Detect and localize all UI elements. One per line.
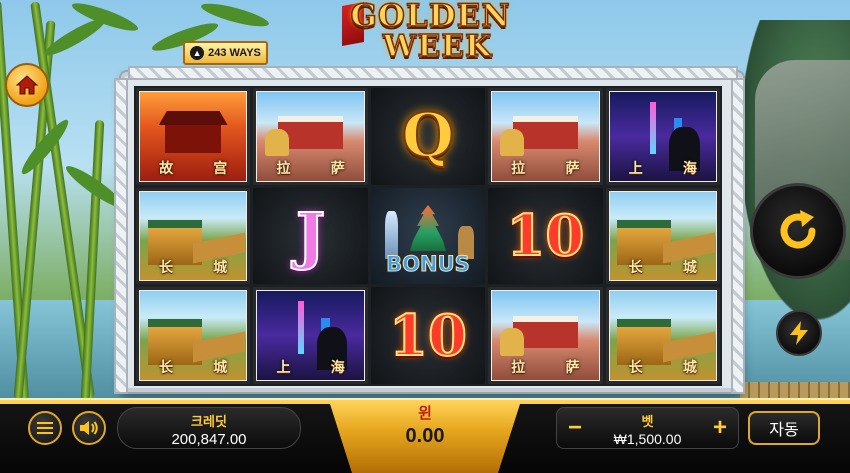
symbol-lasa: 拉萨 (488, 88, 603, 185)
turbo-button[interactable] (776, 310, 822, 356)
symbol-label: 萨 (565, 359, 580, 376)
symbol-label: 萨 (565, 160, 580, 177)
bonus-text: BONUS (386, 252, 471, 277)
win-value: 0.00 (405, 425, 445, 447)
symbol-10-text: 10 (388, 302, 468, 370)
symbol-bonus: BONUS (370, 187, 486, 285)
symbol-j-text: J (295, 198, 326, 273)
reel-truss-left (114, 78, 128, 394)
symbol-shanghai: 上海 (605, 88, 720, 185)
lightning-icon (790, 321, 808, 345)
symbol-label: 上 (276, 359, 291, 376)
symbol-label: 城 (213, 359, 228, 376)
symbol-label: 长 (159, 359, 174, 376)
symbol-label: 上 (628, 160, 643, 177)
logo-line-2: WEEK (382, 29, 493, 64)
spin-icon (780, 210, 816, 249)
spin-button[interactable] (750, 183, 846, 279)
symbol-label: 故 (159, 160, 174, 177)
symbol-lasa: 拉萨 (253, 88, 368, 185)
symbol-label: 海 (330, 359, 345, 376)
symbol-label: 拉 (511, 359, 526, 376)
symbol-10-text: 10 (505, 202, 585, 270)
symbol-label: 城 (213, 260, 228, 277)
game-logo: GOLDEN WEEK (338, 0, 523, 64)
reel-grid: 故宫 拉萨 Q 拉萨 上海 长城 J BONUS 10 长城 长城 上海 10 … (134, 86, 722, 386)
symbol-label: 长 (628, 359, 643, 376)
menu-icon (37, 422, 53, 434)
symbol-10: 10 (370, 287, 486, 384)
bet-display: 벳 ₩1,500.00 (593, 411, 702, 447)
speaker-icon (80, 421, 98, 435)
ways-label: 243 WAYS (208, 47, 261, 59)
win-display: 윈 0.00 (352, 402, 498, 452)
symbol-changcheng: 长城 (136, 287, 251, 384)
symbol-label: 拉 (511, 160, 526, 177)
symbol-j: J (253, 187, 368, 285)
symbol-label: 城 (682, 260, 697, 277)
arrow-up-icon: ▲ (190, 46, 205, 60)
win-label: 윈 (418, 405, 432, 422)
home-button[interactable] (5, 63, 49, 107)
symbol-changcheng: 长城 (605, 287, 720, 384)
symbol-q: Q (370, 88, 486, 185)
ways-badge: ▲ 243 WAYS (183, 41, 268, 65)
symbol-changcheng: 长城 (136, 187, 251, 285)
bet-control: − 벳 ₩1,500.00 + (556, 407, 739, 449)
bet-label: 벳 (641, 414, 654, 429)
symbol-shanghai: 上海 (253, 287, 368, 384)
reel-truss-right (731, 78, 745, 394)
symbol-q-text: Q (401, 100, 455, 172)
sound-button[interactable] (72, 411, 106, 445)
symbol-label: 长 (628, 260, 643, 277)
credit-label: 크레딧 (191, 414, 227, 429)
home-icon (15, 75, 39, 95)
auto-play-button[interactable]: 자동 (748, 411, 820, 445)
symbol-label: 长 (159, 260, 174, 277)
credit-value: 200,847.00 (171, 431, 247, 448)
symbol-label: 拉 (276, 160, 291, 177)
symbol-gugong: 故宫 (136, 88, 251, 185)
symbol-10: 10 (488, 187, 603, 285)
symbol-lasa: 拉萨 (488, 287, 603, 384)
bet-decrease-button[interactable]: − (559, 408, 591, 448)
bet-increase-button[interactable]: + (704, 408, 736, 448)
reel-truss-top (128, 66, 738, 80)
menu-button[interactable] (28, 411, 62, 445)
symbol-label: 宫 (213, 160, 228, 177)
bet-value: ₩1,500.00 (613, 431, 682, 447)
credit-display: 크레딧 200,847.00 (117, 407, 301, 449)
symbol-label: 海 (682, 160, 697, 177)
symbol-label: 城 (682, 359, 697, 376)
logo-line-1: GOLDEN (350, 0, 511, 34)
symbol-changcheng: 长城 (605, 187, 720, 285)
symbol-label: 萨 (330, 160, 345, 177)
